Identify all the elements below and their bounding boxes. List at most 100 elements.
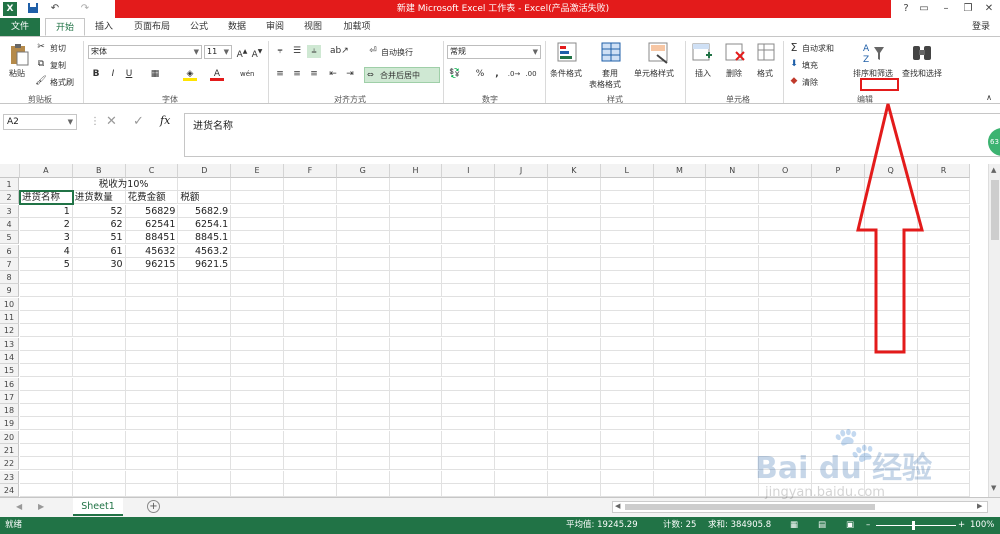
cell-j12[interactable] [495,324,548,338]
page-layout-view-icon[interactable]: ▤ [818,517,826,534]
autosum-button[interactable]: 自动求和 [802,43,834,54]
copy-icon[interactable]: ⧉ [34,58,48,71]
cell-i11[interactable] [442,311,496,324]
format-table-icon[interactable] [600,41,626,65]
cell-f13[interactable] [284,337,337,351]
cell-r3[interactable] [917,204,971,218]
cell-c3[interactable]: 56829 [125,204,179,218]
cell-d3[interactable]: 5682.9 [178,204,232,218]
cell-r5[interactable] [917,231,971,245]
cell-i22[interactable] [442,457,496,471]
row-header[interactable]: 13 [0,337,19,351]
row-header[interactable]: 16 [0,377,19,391]
cell-c13[interactable] [125,337,179,351]
cell-l8[interactable] [600,271,654,285]
cell-a12[interactable] [20,324,73,338]
shrink-font-icon[interactable]: A▼ [250,45,264,60]
wrap-text-icon[interactable]: ⏎ [366,45,380,58]
zoom-out-icon[interactable]: – [866,517,870,534]
cell-n19[interactable] [706,417,760,431]
cell-e3[interactable] [231,204,284,218]
hscroll-thumb[interactable] [625,504,875,510]
cell-h24[interactable] [389,483,443,497]
clear-icon[interactable]: ◆ [787,75,801,88]
cell-d18[interactable] [178,404,232,418]
cell-b11[interactable] [72,311,126,324]
align-middle-icon[interactable]: ☰ [290,45,304,58]
cell-j17[interactable] [495,390,548,404]
cell-g8[interactable] [336,271,390,285]
cell-b1[interactable]: 税收为10% [72,178,148,191]
cell-j5[interactable] [495,231,548,245]
cell-h23[interactable] [389,470,443,484]
cell-c5[interactable]: 88451 [125,231,179,245]
cell-b3[interactable]: 52 [72,204,126,218]
cell-m21[interactable] [653,444,707,457]
vertical-scrollbar[interactable]: ▲ ▼ [988,164,1000,497]
cell-l13[interactable] [600,337,654,351]
cell-l16[interactable] [600,377,654,391]
scroll-up-icon[interactable]: ▲ [991,166,996,174]
cell-j23[interactable] [495,470,548,484]
cell-r8[interactable] [917,271,971,285]
font-color-button[interactable]: A [210,68,224,81]
delete-cells-icon[interactable] [723,41,749,65]
row-header[interactable]: 15 [0,364,19,378]
column-header[interactable]: G [336,164,390,178]
cell-e7[interactable] [231,257,284,271]
insert-button[interactable]: 插入 [695,68,711,79]
cell-m18[interactable] [653,404,707,418]
cell-p15[interactable] [812,364,865,378]
cell-g7[interactable] [336,257,390,271]
column-header[interactable]: P [812,164,865,178]
cell-d10[interactable] [178,297,232,311]
cell-g9[interactable] [336,284,390,298]
cell-k12[interactable] [548,324,601,338]
cell-q12[interactable] [864,324,918,338]
cell-h9[interactable] [389,284,443,298]
cell-n7[interactable] [706,257,760,271]
cell-h19[interactable] [389,417,443,431]
cell-l14[interactable] [600,350,654,364]
cell-b8[interactable] [72,271,126,285]
cell-d21[interactable] [178,444,232,457]
cell-k16[interactable] [548,377,601,391]
cell-n11[interactable] [706,311,760,324]
column-header[interactable]: H [389,164,443,178]
font-name-combo[interactable]: 宋体 ▼ [88,45,202,59]
format-cells-icon[interactable] [755,41,781,65]
cell-f4[interactable] [284,217,337,231]
cell-h3[interactable] [389,204,443,218]
cell-h2[interactable] [389,191,443,205]
cell-c17[interactable] [125,390,179,404]
format-table-label-1[interactable]: 套用 [602,68,618,79]
cell-a3[interactable]: 1 [20,204,73,218]
collapse-ribbon-icon[interactable]: ∧ [982,91,996,104]
cell-p24[interactable] [812,483,865,497]
cell-g10[interactable] [336,297,390,311]
cell-k14[interactable] [548,350,601,364]
cell-i10[interactable] [442,297,496,311]
cell-g12[interactable] [336,324,390,338]
cell-b10[interactable] [72,297,126,311]
cell-l10[interactable] [600,297,654,311]
cell-r19[interactable] [917,417,971,431]
cell-a21[interactable] [20,444,73,457]
format-table-label-2[interactable]: 表格格式 [589,79,621,90]
tab-view[interactable]: 视图 [297,18,329,36]
enter-icon[interactable]: ✓ [133,114,144,129]
cell-e9[interactable] [231,284,284,298]
cell-q21[interactable] [864,444,918,457]
align-bottom-icon[interactable]: ⫨ [307,45,321,58]
cell-r21[interactable] [917,444,971,457]
cell-h1[interactable] [389,178,443,191]
cell-f17[interactable] [284,390,337,404]
number-format-combo[interactable]: 常规 ▼ [447,45,541,59]
cell-e15[interactable] [231,364,284,378]
cell-r11[interactable] [917,311,971,324]
cell-k17[interactable] [548,390,601,404]
column-header[interactable]: N [706,164,760,178]
cell-q11[interactable] [864,311,918,324]
cell-n8[interactable] [706,271,760,285]
cell-e12[interactable] [231,324,284,338]
